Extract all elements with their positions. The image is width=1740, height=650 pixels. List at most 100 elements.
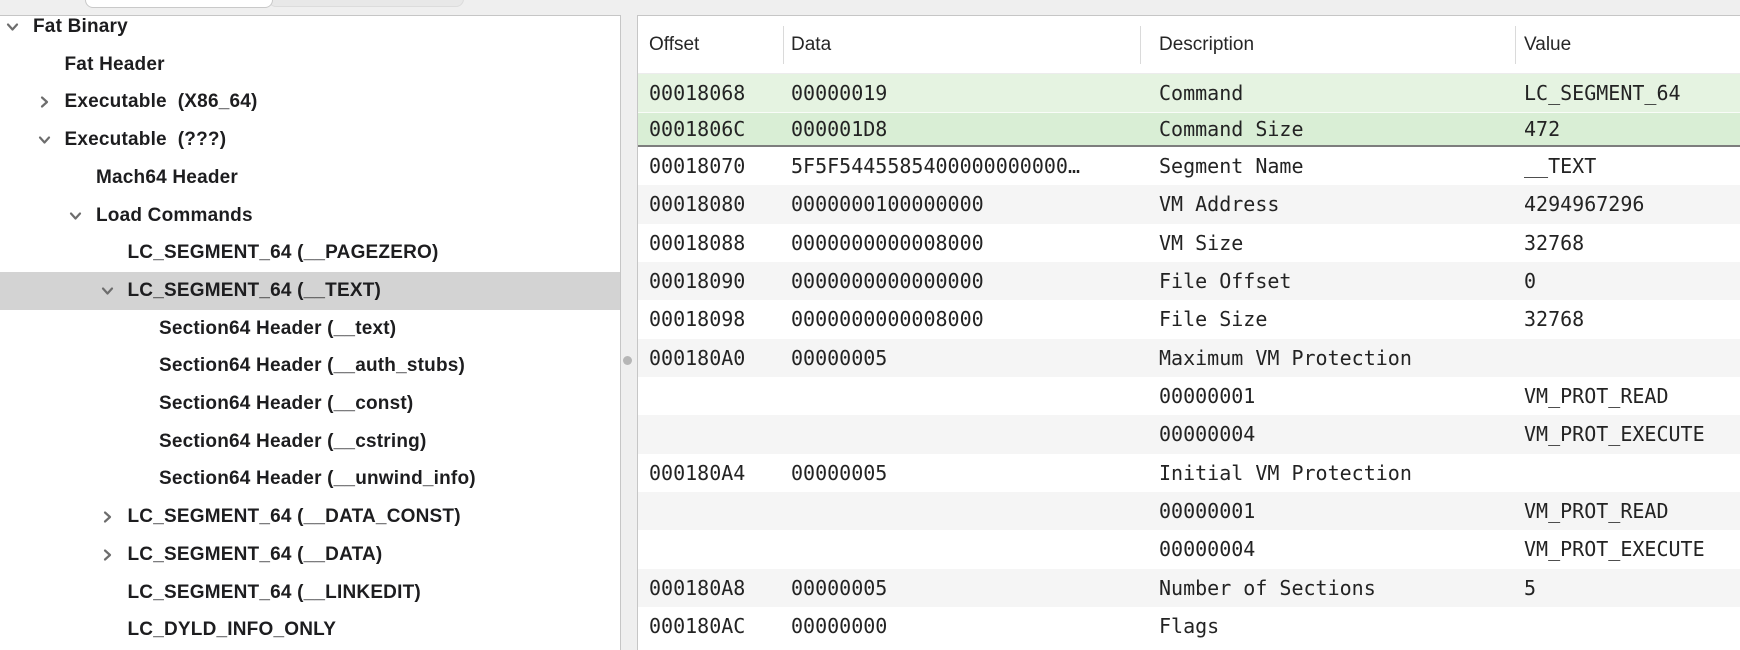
cell-value: 0 — [1524, 262, 1536, 300]
cell-description: 00000004 — [1159, 530, 1255, 568]
column-header-data[interactable]: Data — [791, 16, 831, 74]
tree-item-label: LC_SEGMENT_64 (__DATA) — [128, 536, 383, 574]
tree-item-label: Fat Header — [65, 46, 165, 84]
cell-value: 472 — [1524, 113, 1560, 146]
cell-description: Command — [1159, 74, 1243, 112]
tree-item-label: LC_SEGMENT_64 (__TEXT) — [128, 272, 382, 310]
cell-data: 000001D8 — [791, 113, 887, 146]
table-row[interactable]: 000180A8 00000005 Number of Sections 5 — [638, 569, 1740, 607]
column-divider[interactable] — [1515, 26, 1516, 64]
column-header-description[interactable]: Description — [1159, 16, 1254, 74]
cell-value: 5 — [1524, 569, 1536, 607]
cell-description: Number of Sections — [1159, 569, 1376, 607]
tree-item-label: Section64 Header (__cstring) — [159, 423, 426, 461]
table-row[interactable]: 00018090 0000000000000000 File Offset 0 — [638, 262, 1740, 300]
machoview-window: Fat BinaryFat HeaderExecutable (X86_64)E… — [0, 0, 1740, 650]
table-header-row: Offset Data Description Value — [638, 16, 1740, 74]
tree-item[interactable]: Section64 Header (__auth_stubs) — [0, 347, 620, 385]
table-row[interactable]: 0001806800000019CommandLC_SEGMENT_64 — [638, 74, 1740, 113]
tree-item-label: LC_DYLD_INFO_ONLY — [128, 611, 337, 649]
cell-data: 00000005 — [791, 569, 887, 607]
chevron-right-icon[interactable] — [99, 546, 116, 563]
tree-item[interactable]: Fat Binary — [0, 15, 620, 46]
cell-description: 00000001 — [1159, 377, 1255, 415]
tree-item-label: Load Commands — [96, 197, 253, 235]
tree-item-label: Mach64 Header — [96, 159, 238, 197]
tree-item[interactable]: Executable (???) — [0, 121, 620, 159]
tree-item[interactable]: LC_SEGMENT_64 (__DATA) — [0, 536, 620, 574]
cell-data: 0000000000008000 — [791, 300, 984, 338]
cell-offset: 000180AC — [649, 607, 745, 645]
cell-value: 32768 — [1524, 300, 1584, 338]
chevron-right-icon[interactable] — [36, 94, 53, 111]
cell-data: 0000000100000000 — [791, 185, 984, 223]
cell-data: 00000000 — [791, 607, 887, 645]
splitter-handle-icon[interactable] — [623, 356, 632, 365]
table-row[interactable]: 00018070 5F5F5445585400000000000… Segment … — [638, 147, 1740, 185]
cell-data: 00000019 — [791, 74, 887, 112]
tree-item-label: Executable (???) — [65, 121, 227, 159]
tree-item[interactable]: LC_SEGMENT_64 (__LINKEDIT) — [0, 574, 620, 612]
tree-item-label: LC_SEGMENT_64 (__LINKEDIT) — [128, 574, 421, 612]
column-header-offset[interactable]: Offset — [649, 16, 699, 74]
table-subrow[interactable]: 00000004VM_PROT_EXECUTE — [638, 530, 1740, 568]
chevron-down-icon[interactable] — [67, 207, 84, 224]
chevron-down-icon[interactable] — [4, 19, 21, 36]
table-row[interactable]: 00018098 0000000000008000 File Size 32768 — [638, 300, 1740, 338]
cell-offset: 0001806C — [649, 113, 745, 146]
cell-data: 0000000000000000 — [791, 262, 984, 300]
cell-value: 4294967296 — [1524, 185, 1644, 223]
tree-item-label: Section64 Header (__text) — [159, 310, 396, 348]
cell-description: VM Address — [1159, 185, 1279, 223]
cell-description: File Offset — [1159, 262, 1291, 300]
cell-offset: 00018080 — [649, 185, 745, 223]
table-subrow[interactable]: 00000001VM_PROT_READ — [638, 377, 1740, 415]
tree-item[interactable]: Section64 Header (__const) — [0, 385, 620, 423]
document-tab-inactive[interactable] — [268, 0, 464, 7]
tree-item[interactable]: LC_DYLD_INFO_ONLY — [0, 611, 620, 649]
tree-item[interactable]: Load Commands — [0, 197, 620, 235]
tree-item[interactable]: Section64 Header (__text) — [0, 310, 620, 348]
table-row[interactable]: 00018080 0000000100000000 VM Address 429496… — [638, 185, 1740, 223]
cell-offset: 00018090 — [649, 262, 745, 300]
table-row[interactable]: 000180880000000000008000VM Size32768 — [638, 224, 1740, 262]
cell-value: LC_SEGMENT_64 — [1524, 74, 1681, 112]
tree-item[interactable]: LC_SEGMENT_64 (__DATA_CONST) — [0, 498, 620, 536]
cell-description: 00000004 — [1159, 415, 1255, 453]
tree-item[interactable]: LC_SEGMENT_64 (__PAGEZERO) — [0, 234, 620, 272]
tree-item[interactable]: Section64 Header (__unwind_info) — [0, 460, 620, 498]
column-divider[interactable] — [1140, 26, 1141, 64]
cell-data: 00000005 — [791, 339, 887, 377]
cell-offset: 000180A0 — [649, 339, 745, 377]
table-row[interactable]: 000180A000000005Maximum VM Protection — [638, 339, 1740, 377]
binary-structure-tree: Fat BinaryFat HeaderExecutable (X86_64)E… — [0, 15, 621, 650]
table-row[interactable]: 0001806C000001D8Command Size472 — [638, 113, 1740, 148]
tree-item[interactable]: LC_SEGMENT_64 (__TEXT) — [0, 272, 620, 310]
table-row[interactable]: 000180A400000005Initial VM Protection — [638, 454, 1740, 492]
cell-description: File Size — [1159, 300, 1267, 338]
tree-item-label: Fat Binary — [33, 15, 128, 46]
tree-item[interactable]: Fat Header — [0, 46, 620, 84]
cell-offset: 00018098 — [649, 300, 745, 338]
cell-offset: 00018088 — [649, 224, 745, 262]
cell-description: Segment Name — [1159, 147, 1304, 185]
table-subrow[interactable]: 00000004VM_PROT_EXECUTE — [638, 415, 1740, 453]
chevron-down-icon[interactable] — [36, 132, 53, 149]
chevron-down-icon[interactable] — [99, 282, 116, 299]
cell-offset: 00018070 — [649, 147, 745, 185]
cell-value: 32768 — [1524, 224, 1584, 262]
column-header-value[interactable]: Value — [1524, 16, 1571, 74]
table-subrow[interactable]: 00000001VM_PROT_READ — [638, 492, 1740, 530]
document-tab-active[interactable] — [85, 0, 273, 8]
column-divider[interactable] — [783, 26, 784, 64]
tree-item-label: Executable (X86_64) — [65, 83, 258, 121]
cell-offset: 000180A8 — [649, 569, 745, 607]
tree-item[interactable]: Executable (X86_64) — [0, 83, 620, 121]
tree-item-label: LC_SEGMENT_64 (__PAGEZERO) — [128, 234, 439, 272]
tree-item[interactable]: Mach64 Header — [0, 159, 620, 197]
data-table: Offset Data Description Value 0001806800… — [637, 15, 1740, 650]
tree-item[interactable]: Section64 Header (__cstring) — [0, 423, 620, 461]
cell-data: 5F5F5445585400000000000… — [791, 147, 1080, 185]
table-row[interactable]: 000180AC00000000Flags — [638, 607, 1740, 645]
chevron-right-icon[interactable] — [99, 509, 116, 526]
